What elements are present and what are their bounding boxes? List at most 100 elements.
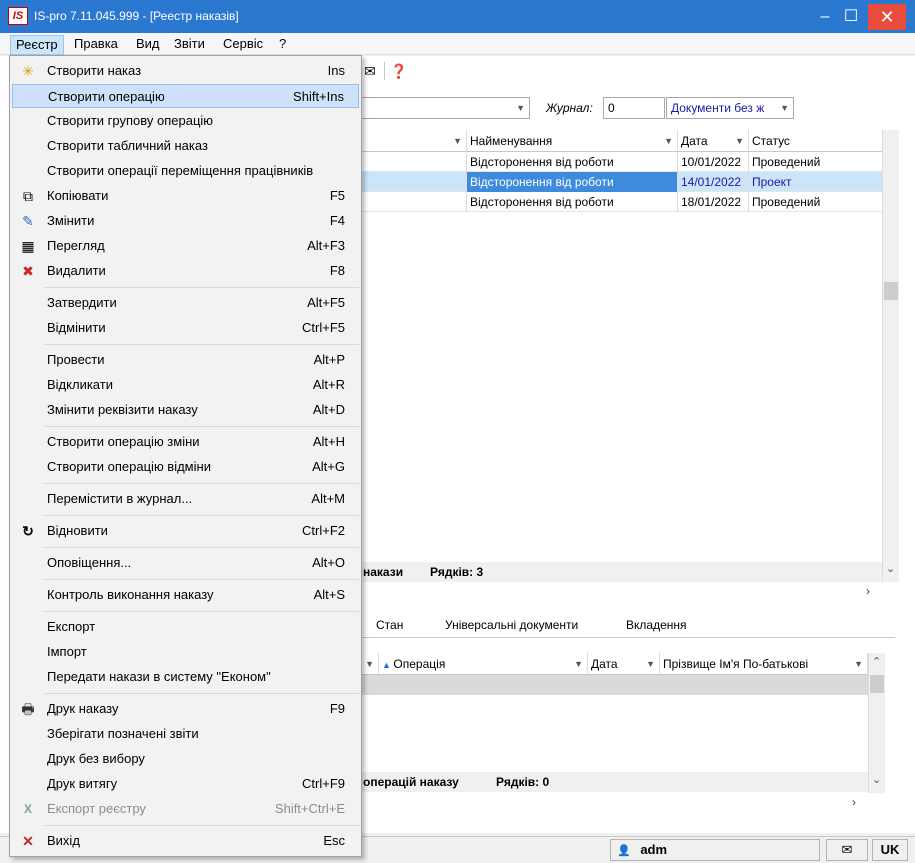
- column-header-fullname[interactable]: Прізвище Ім'я По-батькові ▼: [660, 653, 868, 675]
- column-header-status[interactable]: Статус: [749, 130, 883, 152]
- column-header-operation[interactable]: ▲ Операція ▼: [379, 653, 588, 675]
- scrollbar-thumb[interactable]: [870, 675, 884, 693]
- menu-item-delete[interactable]: ✖ Видалити F8: [12, 259, 359, 283]
- menu-item-edit[interactable]: ✎ Змінити F4: [12, 209, 359, 233]
- sort-asc-icon: ▲: [382, 660, 394, 670]
- menu-item-create-group-operation[interactable]: Створити групову операцію: [12, 109, 359, 133]
- menu-item-change-details[interactable]: Змінити реквізити наказу Alt+D: [12, 398, 359, 422]
- scroll-up-icon[interactable]: ⌃: [872, 655, 881, 668]
- menu-service[interactable]: Сервіс: [218, 35, 268, 55]
- menu-item-shortcut: Alt+M: [311, 491, 345, 506]
- menu-item-create-change-operation[interactable]: Створити операцію зміни Alt+H: [12, 430, 359, 454]
- column-header-label: Прізвище Ім'я По-батькові: [663, 657, 809, 671]
- menu-item-copy[interactable]: ⧉ Копіювати F5: [12, 184, 359, 208]
- menu-separator: [44, 579, 359, 580]
- menu-item-approve[interactable]: Затвердити Alt+F5: [12, 291, 359, 315]
- menu-item-create-operation[interactable]: Створити операцію Shift+Ins: [12, 84, 359, 108]
- delete-icon: ✖: [22, 263, 34, 279]
- menu-item-save-marked-reports[interactable]: Зберігати позначені звіти: [12, 722, 359, 746]
- restore-icon: ↻: [22, 523, 34, 539]
- menu-separator: [44, 547, 359, 548]
- user-icon: 👤: [617, 845, 631, 857]
- menu-edit[interactable]: Правка: [69, 35, 123, 55]
- menu-item-notifications[interactable]: Оповіщення... Alt+O: [12, 551, 359, 575]
- column-header-name[interactable]: Найменування ▼: [467, 130, 678, 152]
- tab-universal-docs[interactable]: Універсальні документи: [445, 616, 578, 634]
- table-view-icon: ▦: [21, 238, 35, 254]
- empty-row: [355, 675, 868, 695]
- menu-item-transfer-to-econom[interactable]: Передати накази в систему "Економ": [12, 665, 359, 689]
- window-title: IS-pro 7.11.045.999 - [Реестр наказів]: [34, 9, 239, 23]
- mail-icon[interactable]: ✉: [826, 839, 868, 861]
- menu-item-view[interactable]: ▦ Перегляд Alt+F3: [12, 234, 359, 258]
- maximize-button[interactable]: ☐: [836, 0, 866, 33]
- menu-item-shortcut: F4: [329, 213, 345, 228]
- mail-icon[interactable]: ✉: [359, 60, 381, 82]
- menu-reports[interactable]: Звіти: [169, 35, 210, 55]
- menu-item-create-table-order[interactable]: Створити табличний наказ: [12, 134, 359, 158]
- column-header-hidden[interactable]: ▼: [355, 130, 467, 152]
- journal-type-select[interactable]: Документи без ж ▼: [666, 97, 794, 119]
- close-button[interactable]: ✕: [868, 4, 906, 30]
- menu-help[interactable]: ?: [274, 35, 291, 55]
- new-document-icon: ✳: [22, 63, 34, 79]
- scroll-down-icon[interactable]: ⌄: [886, 562, 895, 575]
- menu-item-label: Відмінити: [47, 320, 106, 335]
- menu-item-create-order[interactable]: ✳ Створити наказ Ins: [12, 59, 359, 83]
- menu-item-exit[interactable]: ✕ Вихід Esc: [12, 829, 359, 853]
- printer-icon: 🖶: [21, 701, 35, 717]
- scroll-right-icon[interactable]: ›: [866, 584, 870, 598]
- menu-item-shortcut: F9: [329, 701, 345, 716]
- menu-item-shortcut: Shift+Ins: [293, 89, 344, 104]
- language-indicator[interactable]: UK: [872, 839, 908, 861]
- menu-item-print-order[interactable]: 🖶 Друк наказу F9: [12, 697, 359, 721]
- column-header-date[interactable]: Дата ▼: [588, 653, 660, 675]
- table-row[interactable]: Відсторонення від роботи 18/01/2022 Пров…: [355, 192, 883, 212]
- menu-item-label: Видалити: [47, 263, 106, 278]
- menu-item-label: Імпорт: [47, 644, 87, 659]
- menu-item-post[interactable]: Провести Alt+P: [12, 348, 359, 372]
- menu-separator: [44, 825, 359, 826]
- menu-item-revoke[interactable]: Відкликати Alt+R: [12, 373, 359, 397]
- scroll-down-icon[interactable]: ⌄: [872, 773, 881, 786]
- sort-icon: ▼: [365, 659, 374, 669]
- menu-item-print-no-select[interactable]: Друк без вибору: [12, 747, 359, 771]
- scrollbar-thumb[interactable]: [884, 282, 898, 300]
- registry-menu: ✳ Створити наказ Ins Створити операцію Shif…: [9, 55, 362, 857]
- menu-registry[interactable]: Реєстр: [10, 35, 64, 55]
- vertical-scrollbar[interactable]: ⌄: [882, 130, 899, 582]
- menu-item-export[interactable]: Експорт: [12, 615, 359, 639]
- app-logo-icon: IS: [8, 7, 28, 25]
- table-row[interactable]: Відсторонення від роботи 10/01/2022 Пров…: [355, 152, 883, 172]
- menu-item-create-cancel-operation[interactable]: Створити операцію відміни Alt+G: [12, 455, 359, 479]
- table-row[interactable]: Відсторонення від роботи 14/01/2022 Прое…: [355, 172, 883, 192]
- title-bar: IS IS-pro 7.11.045.999 - [Реестр наказів…: [0, 0, 915, 33]
- menu-view[interactable]: Вид: [131, 35, 165, 55]
- menu-item-shortcut: F8: [329, 263, 345, 278]
- menu-item-print-extract[interactable]: Друк витягу Ctrl+F9: [12, 772, 359, 796]
- menu-item-export-registry[interactable]: X Експорт реєстру Shift+Ctrl+E: [12, 797, 359, 821]
- menu-item-restore[interactable]: ↻ Відновити Ctrl+F2: [12, 519, 359, 543]
- menu-item-import[interactable]: Імпорт: [12, 640, 359, 664]
- sub-vertical-scrollbar[interactable]: ⌃ ⌄: [868, 653, 885, 793]
- menu-item-label: Створити операцію відміни: [47, 459, 211, 474]
- operations-footer-caption: операцій наказу: [363, 775, 459, 789]
- column-header-label: Дата: [681, 134, 708, 148]
- tab-attachments[interactable]: Вкладення: [626, 616, 687, 634]
- period-select[interactable]: ▼: [355, 97, 530, 119]
- column-header-label: Статус: [752, 134, 790, 148]
- menu-item-execution-control[interactable]: Контроль виконання наказу Alt+S: [12, 583, 359, 607]
- menu-item-shortcut: Alt+P: [313, 352, 345, 367]
- table-cell-name: Відсторонення від роботи: [467, 172, 678, 192]
- menu-item-label: Експорт реєстру: [47, 801, 146, 816]
- column-header-date[interactable]: Дата ▼: [678, 130, 749, 152]
- help-icon[interactable]: ❓: [388, 60, 410, 82]
- tab-state[interactable]: Стан: [376, 616, 403, 634]
- menu-item-cancel[interactable]: Відмінити Ctrl+F5: [12, 316, 359, 340]
- menu-item-move-to-journal[interactable]: Перемістити в журнал... Alt+M: [12, 487, 359, 511]
- menu-item-shortcut: Ctrl+F2: [302, 523, 345, 538]
- scroll-right-icon[interactable]: ›: [852, 795, 856, 809]
- menu-item-label: Друк наказу: [47, 701, 119, 716]
- menu-item-create-transfer-operations[interactable]: Створити операції переміщення працівникі…: [12, 159, 359, 183]
- journal-input[interactable]: 0: [603, 97, 665, 119]
